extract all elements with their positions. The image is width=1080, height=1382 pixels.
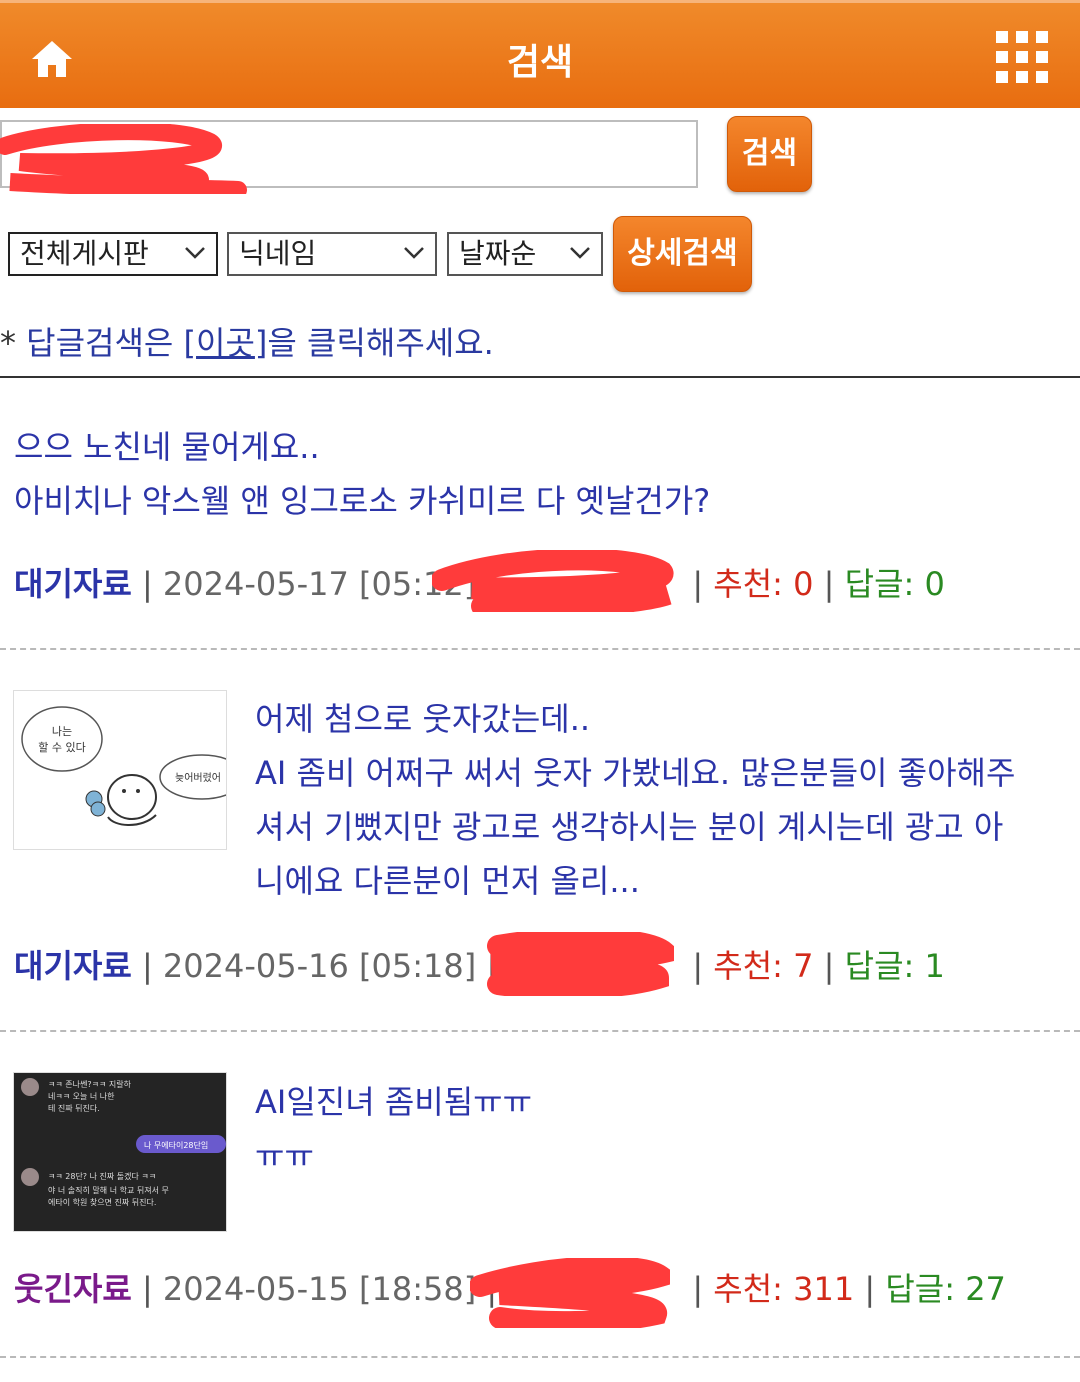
field-select-value: 닉네임 <box>239 237 317 270</box>
thumb-text: 야 너 솔직히 말해 너 학교 뒤져서 무 <box>48 1185 169 1195</box>
post-excerpt-line: 니에요 다른분이 먼저 올리... <box>255 862 640 900</box>
sort-select-value: 날짜순 <box>459 237 537 270</box>
category-link[interactable]: 대기자료 <box>14 565 132 603</box>
field-select[interactable]: 닉네임 <box>227 232 437 276</box>
cartoon-thumbnail-image: 나는 할 수 있다 늦어버렸어 <box>14 691 226 849</box>
recommend-count: 311 <box>793 1270 855 1308</box>
reply-search-link[interactable]: 이곳 <box>196 324 255 362</box>
thumb-text: 나는 <box>52 725 72 738</box>
board-select-value: 전체게시판 <box>20 237 149 270</box>
thumb-text: 늦어버렸어 <box>175 771 221 784</box>
post-title: AI일진녀 좀비됨ㅠㅠ <box>255 1083 533 1121</box>
reply-label: 답글: <box>844 947 915 985</box>
recommend-count: 7 <box>793 947 814 985</box>
post-excerpt-line: AI 좀비 어쩌구 써서 웃자 가봤네요. 많은분들이 좋아해주 <box>255 754 1016 792</box>
post-thumbnail[interactable]: 나는 할 수 있다 늦어버렸어 <box>13 690 227 850</box>
post-link[interactable]: 어제 첨으로 웃자갔는데.. AI 좀비 어쩌구 써서 웃자 가봤네요. 많은분… <box>255 692 1065 908</box>
page-title: 검색 <box>506 42 574 83</box>
post-excerpt: 아비치나 악스웰 앤 잉그로소 카쉬미르 다 옛날건가? <box>14 482 711 520</box>
post-date: 2024-05-16 [05:18] <box>162 947 477 985</box>
board-select[interactable]: 전체게시판 <box>8 232 218 276</box>
category-link[interactable]: 웃긴자료 <box>14 1270 132 1308</box>
search-button[interactable]: 검색 <box>727 116 812 192</box>
thumb-text: ㅋㅋ 존나쎈?ㅋㅋ 지랄하 <box>48 1079 132 1089</box>
post-meta: 대기자료 | 2024-05-16 [05:18] | | 추천: 7 | 답글… <box>14 947 945 985</box>
post-date: 2024-05-17 [05:12] <box>162 565 477 603</box>
reply-count: 27 <box>965 1270 1006 1308</box>
divider <box>0 648 1080 650</box>
search-input[interactable] <box>0 120 698 188</box>
divider <box>0 376 1080 378</box>
post-meta: 대기자료 | 2024-05-17 [05:12] | | 추천: 0 | 답글… <box>14 565 945 603</box>
chevron-down-icon <box>404 247 424 259</box>
divider <box>0 1356 1080 1358</box>
detail-search-button[interactable]: 상세검색 <box>613 216 752 292</box>
post-title: 으으 노친네 물어게요.. <box>14 428 320 466</box>
post-meta: 웃긴자료 | 2024-05-15 [18:58] | | 추천: 311 | … <box>14 1270 1006 1308</box>
category-link[interactable]: 대기자료 <box>14 947 132 985</box>
post-link[interactable]: AI일진녀 좀비됨ㅠㅠ ㅠㅠ <box>255 1075 1065 1183</box>
post-title: 어제 첨으로 웃자갔는데.. <box>255 700 591 738</box>
thumb-text: 에타이 학원 찾으면 진짜 뒤진다. <box>48 1197 156 1207</box>
chat-thumbnail-image: ㅋㅋ 존나쎈?ㅋㅋ 지랄하 네ㅋㅋ 오늘 너 나한 테 진짜 뒤진다. 나 무에… <box>14 1073 226 1231</box>
reply-search-note: * 답글검색은 [이곳]을 클릭해주세요. <box>0 324 494 362</box>
sort-select[interactable]: 날짜순 <box>447 232 603 276</box>
post-thumbnail[interactable]: ㅋㅋ 존나쎈?ㅋㅋ 지랄하 네ㅋㅋ 오늘 너 나한 테 진짜 뒤진다. 나 무에… <box>13 1072 227 1232</box>
grid-menu-icon[interactable] <box>994 29 1050 85</box>
recommend-count: 0 <box>793 565 814 603</box>
recommend-label: 추천: <box>713 947 783 985</box>
top-header: 검색 <box>0 0 1080 108</box>
thumb-text: 네ㅋㅋ 오늘 너 나한 <box>48 1091 115 1101</box>
post-excerpt-line: 셔서 기뻤지만 광고로 생각하시는 분이 계시는데 광고 아 <box>255 808 1004 846</box>
divider <box>0 1030 1080 1032</box>
chevron-down-icon <box>570 247 590 259</box>
post-link[interactable]: 으으 노친네 물어게요.. 아비치나 악스웰 앤 잉그로소 카쉬미르 다 옛날건… <box>14 420 1064 528</box>
thumb-text: 할 수 있다 <box>38 741 85 754</box>
recommend-label: 추천: <box>713 1270 783 1308</box>
thumb-text: 테 진짜 뒤진다. <box>48 1103 100 1113</box>
post-date: 2024-05-15 [18:58] <box>162 1270 477 1308</box>
chevron-down-icon <box>185 247 205 259</box>
reply-count: 1 <box>924 947 945 985</box>
thumb-text: 나 무에타이28단임 <box>144 1140 208 1150</box>
post-excerpt: ㅠㅠ <box>255 1137 314 1175</box>
reply-label: 답글: <box>885 1270 956 1308</box>
reply-count: 0 <box>924 565 945 603</box>
recommend-label: 추천: <box>713 565 783 603</box>
reply-label: 답글: <box>844 565 915 603</box>
thumb-text: ㅋㅋ 28단? 나 진짜 돌겠다 ㅋㅋ <box>48 1171 156 1181</box>
